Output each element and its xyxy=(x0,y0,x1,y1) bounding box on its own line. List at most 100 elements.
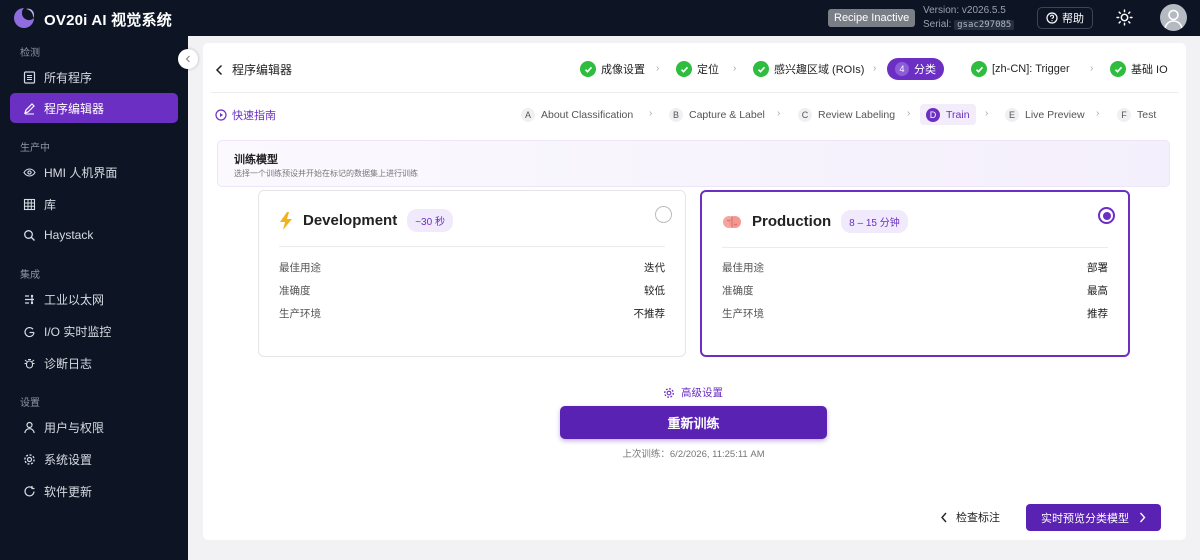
sidebar-item-all-programs[interactable]: 所有程序 xyxy=(10,62,178,92)
sun-icon[interactable] xyxy=(1116,9,1133,26)
list-icon xyxy=(23,70,36,84)
sidebar-item-program-editor[interactable]: 程序编辑器 xyxy=(10,93,178,123)
help-button[interactable]: 帮助 xyxy=(1037,7,1093,29)
step-classification[interactable]: 4 分类 xyxy=(887,58,944,80)
substep-live-preview[interactable]: E Live Preview xyxy=(1005,104,1085,125)
eye-icon xyxy=(23,167,36,177)
substep-test[interactable]: F Test xyxy=(1117,104,1156,125)
preset-radio[interactable] xyxy=(655,206,672,223)
retrain-button[interactable]: 重新训练 xyxy=(560,406,827,439)
preset-card-development[interactable]: Development ~30 秒 最佳用途 迭代 准确度 较低 生产环境 不推荐 xyxy=(258,190,686,357)
serial-label: Serial: xyxy=(923,19,952,30)
recipe-status-badge: Recipe Inactive xyxy=(828,9,916,27)
substep-letter: E xyxy=(1005,107,1019,122)
chevron-right-icon: › xyxy=(873,63,877,74)
serial-value: gsac297085 xyxy=(954,20,1015,30)
train-title: 训练模型 xyxy=(234,154,278,166)
substep-letter: B xyxy=(669,107,683,122)
substep-label: Review Labeling xyxy=(818,108,896,121)
substep-review[interactable]: C Review Labeling xyxy=(798,104,895,125)
step-roi[interactable]: 感兴趣区域 (ROIs) xyxy=(753,58,864,80)
sidebar-item-software-update[interactable]: 软件更新 xyxy=(10,476,178,506)
chevron-right-icon: › xyxy=(656,63,660,74)
user-avatar-icon[interactable] xyxy=(1160,4,1187,31)
chevron-left-icon xyxy=(215,64,223,75)
preset-row: 生产环境 推荐 xyxy=(722,306,1108,321)
card-header: Production 8 – 15 分钟 xyxy=(722,210,908,233)
sidebar: 检测 所有程序 程序编辑器 生产中 HMI 人机界面 库 Haystack 集成… xyxy=(0,36,188,560)
chevron-right-icon: › xyxy=(733,63,737,74)
sidebar-item-label: 库 xyxy=(44,197,57,212)
main-panel: 程序编辑器 成像设置 › 定位 › 感兴趣区域 (ROIs) › 4 分类 [z… xyxy=(203,43,1186,540)
sidebar-item-diagnostics[interactable]: 诊断日志 xyxy=(10,348,178,378)
row-key: 最佳用途 xyxy=(279,262,321,274)
train-subtitle: 选择一个训练预设并开始在标记的数据集上进行训练 xyxy=(234,169,418,178)
step-label: 感兴趣区域 (ROIs) xyxy=(774,64,865,76)
version-info: Version: v2026.5.5 Serial: gsac297085 xyxy=(923,4,1015,32)
row-key: 准确度 xyxy=(279,285,311,297)
substep-letter: A xyxy=(521,107,535,122)
live-preview-button[interactable]: 实时预览分类模型 xyxy=(1026,504,1161,531)
row-key: 生产环境 xyxy=(722,308,764,320)
sidebar-item-haystack[interactable]: Haystack xyxy=(10,220,178,250)
preset-row: 最佳用途 迭代 xyxy=(279,260,665,275)
preset-card-production[interactable]: Production 8 – 15 分钟 最佳用途 部署 准确度 最高 生产环境 推荐 xyxy=(700,190,1130,357)
help-circle-icon xyxy=(1046,12,1058,24)
chevron-right-icon xyxy=(1139,512,1146,523)
chevron-right-icon: › xyxy=(907,108,911,119)
search-icon xyxy=(24,229,35,241)
row-value: 迭代 xyxy=(644,262,665,274)
substep-about[interactable]: A About Classification xyxy=(521,104,633,125)
play-circle-icon xyxy=(215,109,227,121)
last-trained-text: 上次训练：6/2/2026, 11:25:11 AM xyxy=(622,449,765,460)
sidebar-item-library[interactable]: 库 xyxy=(10,189,178,219)
step-label: 分类 xyxy=(914,64,936,76)
row-key: 准确度 xyxy=(722,285,754,297)
sidebar-item-users[interactable]: 用户与权限 xyxy=(10,412,178,442)
sidebar-item-io-monitor[interactable]: I/O 实时监控 xyxy=(10,316,178,346)
row-value: 部署 xyxy=(1087,262,1108,274)
chevron-right-icon: › xyxy=(1096,108,1100,119)
substep-letter: C xyxy=(798,107,812,122)
check-icon xyxy=(1110,61,1126,77)
app-title: OV20i AI 视觉系统 xyxy=(44,12,172,29)
step-locate[interactable]: 定位 xyxy=(676,58,719,80)
sidebar-collapse-button[interactable] xyxy=(178,49,198,69)
row-value: 最高 xyxy=(1087,285,1108,297)
sidebar-item-ethernet[interactable]: 工业以太网 xyxy=(10,284,178,314)
io-icon xyxy=(24,326,35,337)
substep-train[interactable]: D Train xyxy=(920,104,976,125)
gear-icon xyxy=(664,387,674,398)
network-icon xyxy=(25,294,34,304)
step-label: 定位 xyxy=(697,64,719,76)
step-trigger[interactable]: [zh-CN]: Trigger xyxy=(971,58,1070,80)
substep-capture[interactable]: B Capture & Label xyxy=(669,104,765,125)
advanced-settings-link[interactable]: 高级设置 xyxy=(663,385,723,400)
chevron-right-icon: › xyxy=(649,108,653,119)
back-to-editor-button[interactable]: 程序编辑器 xyxy=(215,61,292,78)
step-imaging[interactable]: 成像设置 xyxy=(580,58,645,80)
step-basic-io[interactable]: 基础 IO xyxy=(1110,58,1168,80)
row-value: 不推荐 xyxy=(633,308,666,320)
sidebar-item-label: 软件更新 xyxy=(44,484,93,499)
card-header: Development ~30 秒 xyxy=(279,209,453,232)
user-icon xyxy=(24,421,35,433)
sidebar-item-label: 程序编辑器 xyxy=(44,101,105,116)
sidebar-item-hmi[interactable]: HMI 人机界面 xyxy=(10,157,178,187)
row-key: 最佳用途 xyxy=(722,262,764,274)
sidebar-item-label: Haystack xyxy=(44,228,94,242)
substep-label: Train xyxy=(946,108,970,121)
sidebar-item-label: HMI 人机界面 xyxy=(44,165,118,180)
ov-logo-icon xyxy=(14,8,35,28)
preset-radio-selected[interactable] xyxy=(1098,207,1115,224)
step-label: 基础 IO xyxy=(1131,64,1168,76)
version-text: Version: v2026.5.5 xyxy=(923,5,1006,16)
preset-row: 最佳用途 部署 xyxy=(722,260,1108,275)
review-labels-button[interactable]: 检查标注 xyxy=(940,509,1000,525)
step-label: 成像设置 xyxy=(601,64,645,76)
preset-row: 准确度 最高 xyxy=(722,283,1108,298)
quick-guide-link[interactable]: 快速指南 xyxy=(215,107,276,123)
substep-letter: F xyxy=(1117,107,1131,122)
sidebar-item-system-settings[interactable]: 系统设置 xyxy=(10,444,178,474)
check-icon xyxy=(753,61,769,77)
